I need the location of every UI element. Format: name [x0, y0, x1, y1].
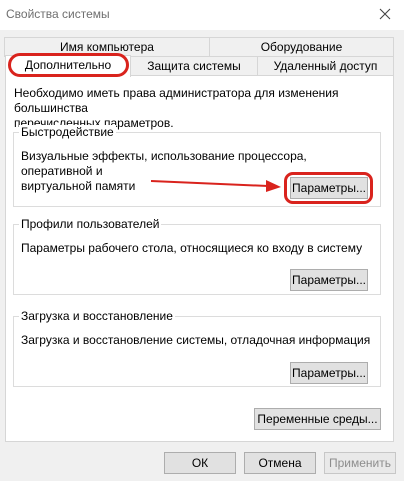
user-profiles-description: Параметры рабочего стола, относящиеся ко…: [21, 241, 363, 255]
tab-computer-name[interactable]: Имя компьютера: [4, 37, 210, 57]
performance-title: Быстродействие: [19, 125, 116, 140]
tab-label: Имя компьютера: [60, 40, 154, 54]
startup-recovery-settings-button[interactable]: Параметры...: [290, 362, 368, 384]
tab-remote-access[interactable]: Удаленный доступ: [257, 56, 394, 76]
title-bar: Свойства системы: [0, 0, 404, 30]
tab-label: Дополнительно: [24, 58, 112, 72]
performance-settings-button[interactable]: Параметры...: [290, 177, 368, 199]
cancel-button[interactable]: Отмена: [244, 452, 316, 474]
ok-button[interactable]: ОК: [164, 452, 236, 474]
close-button[interactable]: [366, 0, 404, 28]
startup-recovery-description: Загрузка и восстановление системы, отлад…: [21, 333, 371, 347]
tab-system-protection[interactable]: Защита системы: [130, 56, 258, 76]
user-profiles-settings-button[interactable]: Параметры...: [290, 269, 368, 291]
startup-recovery-title: Загрузка и восстановление: [19, 309, 175, 324]
close-icon: [379, 8, 391, 20]
environment-variables-button[interactable]: Переменные среды...: [254, 408, 381, 430]
window-title: Свойства системы: [6, 7, 110, 21]
apply-button[interactable]: Применить: [324, 452, 396, 474]
tab-advanced[interactable]: Дополнительно: [5, 55, 131, 77]
tab-hardware[interactable]: Оборудование: [209, 37, 394, 57]
user-profiles-title: Профили пользователей: [19, 217, 162, 232]
tab-label: Удаленный доступ: [273, 59, 378, 73]
tab-label: Защита системы: [147, 59, 241, 73]
tab-label: Оборудование: [260, 40, 343, 54]
